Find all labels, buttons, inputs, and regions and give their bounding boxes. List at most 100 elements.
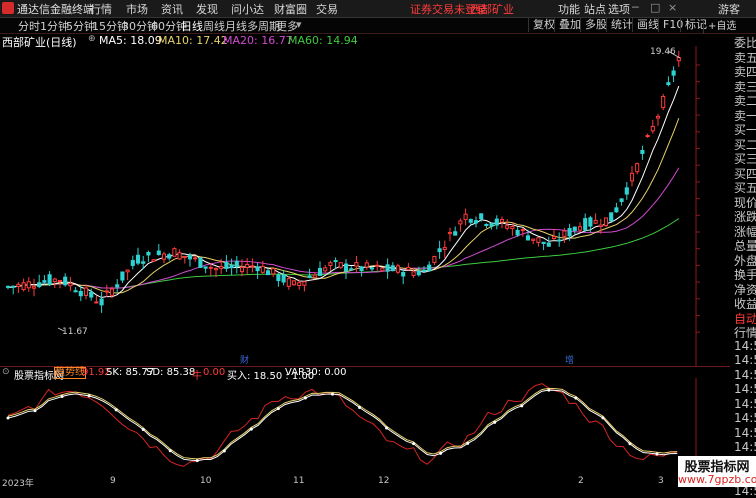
candle-body (494, 218, 499, 226)
candle-body (557, 239, 562, 242)
menu-quotes[interactable]: 行情 (90, 1, 112, 17)
period-weekly[interactable]: 周线 (203, 18, 225, 34)
settings-icon[interactable]: ⊕ (88, 34, 96, 44)
candle-body (541, 241, 546, 245)
menu-news[interactable]: 资讯 (161, 1, 183, 17)
candle-body (369, 267, 375, 270)
candle-body (42, 280, 47, 283)
chevron-down-icon[interactable]: ▾ (296, 18, 302, 31)
candle-body (525, 235, 531, 241)
candle-body (598, 224, 603, 228)
candle-body (593, 219, 598, 224)
candle-body (380, 267, 385, 272)
indicator-dot (330, 392, 334, 396)
candle-body (307, 275, 312, 278)
candle-body (395, 265, 401, 273)
period-monthly[interactable]: 月线 (225, 18, 247, 34)
candle-body (89, 291, 94, 298)
guest-label[interactable]: 游客 (718, 1, 740, 17)
menu-ask[interactable]: 问小达 (231, 1, 264, 17)
candle-body (161, 253, 167, 260)
event-label-increase[interactable]: 增 (565, 354, 574, 366)
candlestick-chart[interactable]: 19.0018.5018.0017.5017.0016.5016.0015.50… (0, 46, 700, 366)
candle-body (349, 268, 354, 271)
menu-market[interactable]: 市场 (126, 1, 148, 17)
event-label-finance[interactable]: 财 (240, 354, 249, 366)
quote-field-label: 自动 (734, 311, 756, 324)
candle-body (473, 220, 479, 224)
low-price-label: 11.67 (62, 327, 88, 337)
candle-body (302, 281, 307, 286)
candle-body (510, 225, 515, 230)
indicator-dot (466, 441, 470, 445)
menu-options[interactable]: 选项 (608, 1, 630, 17)
candle-body (447, 232, 453, 235)
candle-body (505, 225, 510, 229)
period-timeshare[interactable]: 分时 (18, 18, 40, 34)
quote-field-label: 卖五 (734, 50, 756, 63)
candle-body (208, 266, 213, 269)
indicator-dot (222, 449, 226, 453)
candle-body (265, 270, 271, 276)
candle-body (338, 262, 343, 268)
quote-field-label: 买二 (734, 137, 756, 150)
candle-body (26, 281, 31, 289)
indicator-dot (303, 396, 307, 400)
quote-field-label: 卖二 (734, 94, 756, 106)
candle-body (52, 278, 57, 283)
candle-body (640, 149, 645, 154)
indicator-dot (493, 420, 497, 424)
var30-value: VAR30: 0.00 (285, 367, 347, 378)
ma-line-5 (7, 85, 680, 299)
indicator-gear-icon[interactable]: ⊙ (2, 367, 10, 377)
minimize-icon[interactable]: ─ (632, 1, 639, 14)
candle-body (364, 262, 369, 268)
period-more[interactable]: 更多 (276, 18, 298, 34)
indicator-dot (6, 416, 10, 420)
candle-body (666, 82, 671, 86)
quote-field-label: 卖一 (734, 108, 756, 121)
quote-field-label: 卖四 (734, 65, 756, 77)
menu-wealth[interactable]: 财富圈 (274, 1, 307, 17)
candle-body (671, 70, 676, 76)
candle-body (172, 248, 177, 257)
candle-body (661, 95, 666, 109)
candle-body (21, 282, 26, 291)
close-icon[interactable]: × (668, 1, 677, 14)
quote-field-label: 行情 (734, 326, 756, 338)
candle-body (609, 212, 614, 222)
menu-trade[interactable]: 交易 (316, 1, 338, 17)
menu-discover[interactable]: 发现 (196, 1, 218, 17)
indicator-dot (33, 409, 37, 413)
candle-body (250, 265, 255, 268)
maximize-icon[interactable]: □ (650, 1, 660, 14)
candle-body (151, 259, 156, 262)
indicator-dot (141, 427, 145, 431)
indicator-dot (655, 452, 659, 456)
period-1min[interactable]: 1分钟 (40, 18, 69, 34)
candle-body (193, 257, 198, 260)
toolbar-add-watchlist[interactable]: +自选 (703, 20, 740, 34)
ma-line-10 (7, 118, 680, 294)
candle-body (650, 125, 655, 132)
menu-function[interactable]: 功能 (558, 1, 580, 17)
indicator-dot (60, 394, 64, 398)
candle-body (328, 262, 333, 266)
date-label: 11 (293, 476, 305, 486)
candle-body (453, 231, 458, 236)
candle-body (323, 267, 328, 272)
indicator-chart[interactable]: 100.080.0060.0040.0020.000.00 (0, 378, 700, 478)
date-label: 10 (200, 476, 212, 486)
indicator-dot (520, 404, 524, 408)
quote-field-label: 净资 (734, 282, 756, 295)
date-label: 2 (578, 476, 584, 486)
indicator-dot (195, 459, 199, 463)
period-daily[interactable]: 日线 (181, 18, 203, 34)
period-5min[interactable]: 5分钟 (66, 18, 95, 34)
menu-bar: 通达信金融终端 行情 市场 资讯 发现 问小达 财富圈 交易 证券交易未登录 西… (0, 0, 756, 18)
candle-body (655, 115, 661, 119)
menu-site[interactable]: 站点 (584, 1, 606, 17)
quote-field-label: 涨跌 (734, 210, 756, 222)
quote-field-label: 现价 (734, 195, 756, 208)
candle-body (411, 271, 416, 276)
